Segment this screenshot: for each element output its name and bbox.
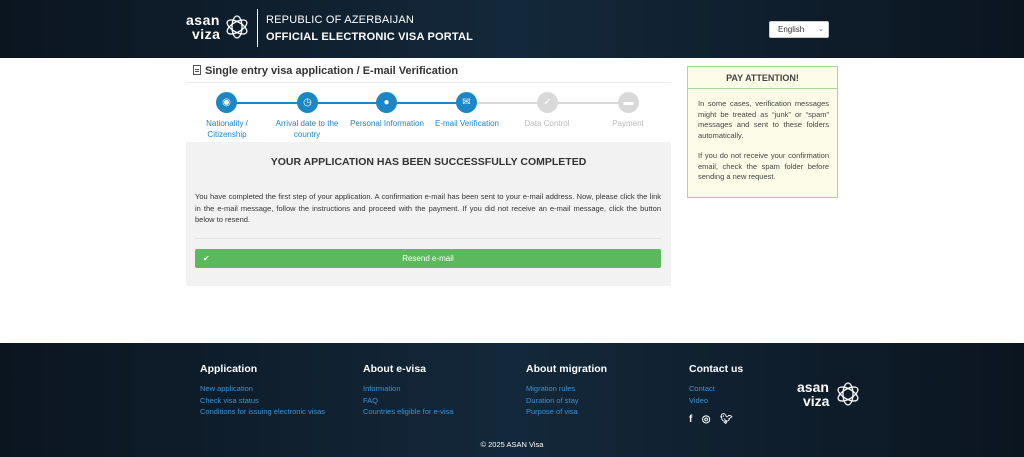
title-divider <box>186 82 671 83</box>
step-data-control: ✓ <box>537 92 558 113</box>
attention-title: PAY ATTENTION! <box>688 67 837 89</box>
logo-emblem-icon <box>837 382 859 406</box>
instagram-icon[interactable]: ◎ <box>702 414 711 425</box>
language-value: English <box>778 25 805 34</box>
language-select[interactable]: English ⌄ <box>769 21 829 38</box>
step-nationality[interactable]: ◉ <box>216 92 237 113</box>
resend-email-button[interactable]: ✔ Resend e-mail <box>195 249 661 268</box>
copyright: © 2025 ASAN Visa <box>480 440 544 449</box>
step-personal-information[interactable]: ● <box>376 92 397 113</box>
footer-link-new-application[interactable]: New application <box>200 383 330 395</box>
step-label-arrival-date: Arrival date to the country <box>275 119 339 139</box>
success-heading: YOUR APPLICATION HAS BEEN SUCCESSFULLY C… <box>270 156 587 168</box>
success-message: You have completed the first step of you… <box>195 192 661 224</box>
page-title: Single entry visa application / E-mail V… <box>193 65 458 77</box>
footer-link-check-visa-status[interactable]: Check visa status <box>200 395 330 407</box>
credit-card-icon: ▬ <box>623 96 634 108</box>
globe-icon: ◉ <box>222 96 231 108</box>
step-payment: ▬ <box>618 92 639 113</box>
success-panel: YOUR APPLICATION HAS BEEN SUCCESSFULLY C… <box>186 142 671 286</box>
chevron-down-icon: ⌄ <box>818 26 824 33</box>
user-icon: ● <box>383 96 390 108</box>
header-divider <box>257 9 258 47</box>
check-circle-icon: ✓ <box>543 96 552 108</box>
envelope-icon: ✉ <box>462 96 471 108</box>
step-label-email-verification: E-mail Verification <box>434 119 500 128</box>
twitter-icon[interactable]: 🐦︎ <box>720 414 733 425</box>
site-header: asan viza REPUBLIC OF AZERBAIJAN OFFICIA… <box>0 0 1024 58</box>
attention-box: PAY ATTENTION! In some cases, verificati… <box>687 66 838 198</box>
facebook-icon[interactable]: f <box>689 414 692 425</box>
footer-heading-application: Application <box>200 363 258 375</box>
footer-link-migration-rules[interactable]: Migration rules <box>526 383 656 395</box>
attention-paragraph-spam: In some cases, verification messages mig… <box>698 99 829 140</box>
footer-link-purpose-of-visa[interactable]: Purpose of visa <box>526 406 656 418</box>
portal-title: OFFICIAL ELECTRONIC VISA PORTAL <box>266 31 474 43</box>
asan-viza-logo[interactable]: asan viza <box>186 9 250 49</box>
footer-link-countries[interactable]: Countries eligible for e-visa <box>363 406 493 418</box>
footer-asan-viza-logo: asan viza <box>797 376 861 416</box>
step-label-nationality: Nationality / Citizenship <box>206 119 248 139</box>
footer-column-application: Application New application Check visa s… <box>200 363 330 418</box>
country-title: REPUBLIC OF AZERBAIJAN <box>266 14 415 26</box>
footer-heading-about-migration: About migration <box>526 363 608 375</box>
step-label-personal-information: Personal Information <box>350 119 424 128</box>
logo-emblem-icon <box>226 15 248 39</box>
document-icon <box>193 65 201 75</box>
site-footer: Application New application Check visa s… <box>0 343 1024 457</box>
footer-column-about-evisa: About e-visa Information FAQ Countries e… <box>363 363 493 418</box>
step-label-payment: Payment <box>612 119 644 128</box>
footer-link-faq[interactable]: FAQ <box>363 395 493 407</box>
step-label-data-control: Data Control <box>524 119 570 128</box>
footer-link-conditions[interactable]: Conditions for issuing electronic visas <box>200 406 330 418</box>
step-arrival-date[interactable]: ◷ <box>297 92 318 113</box>
footer-heading-contact: Contact us <box>689 363 744 375</box>
progress-line-complete <box>227 102 467 104</box>
panel-divider <box>195 238 661 239</box>
attention-paragraph-check: If you do not receive your confirmation … <box>698 151 829 181</box>
footer-link-information[interactable]: Information <box>363 383 493 395</box>
footer-heading-about-evisa: About e-visa <box>363 363 427 375</box>
check-icon: ✔ <box>203 254 210 263</box>
resend-email-label: Resend e-mail <box>402 254 454 263</box>
footer-link-duration-of-stay[interactable]: Duration of stay <box>526 395 656 407</box>
step-email-verification[interactable]: ✉ <box>456 92 477 113</box>
clock-icon: ◷ <box>303 96 312 108</box>
footer-column-about-migration: About migration Migration rules Duration… <box>526 363 656 418</box>
